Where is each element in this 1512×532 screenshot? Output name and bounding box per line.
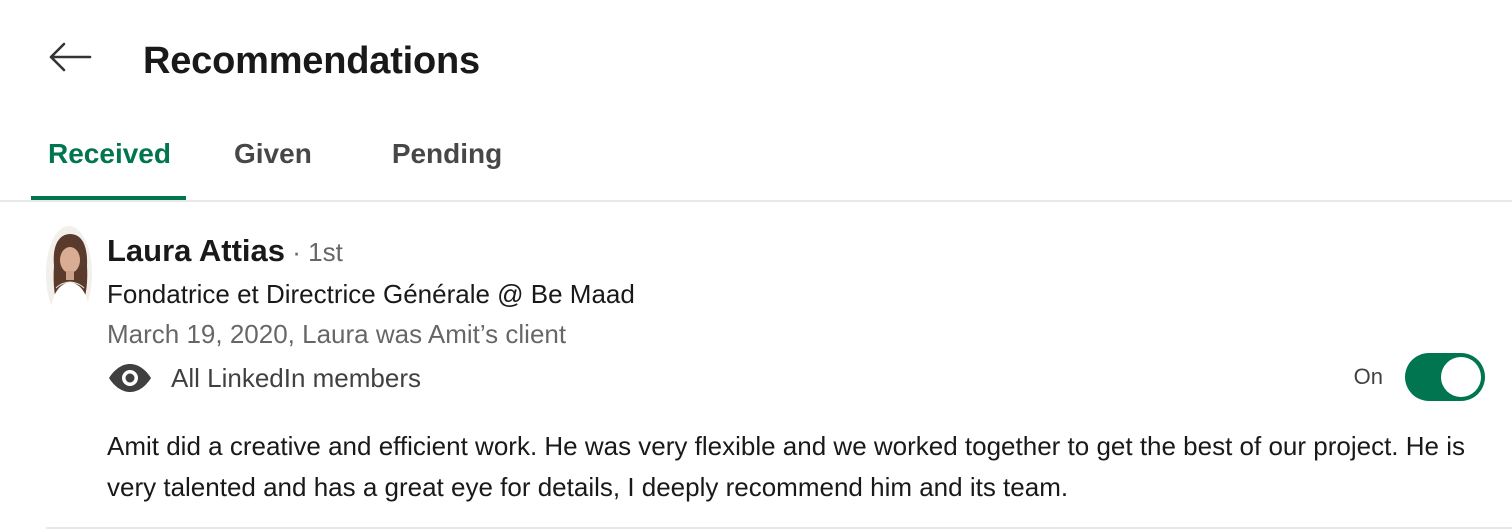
tab-bar: Received Given Pending bbox=[31, 108, 502, 200]
connection-degree: · 1st bbox=[285, 237, 343, 267]
visibility-toggle[interactable] bbox=[1405, 353, 1485, 401]
visibility-label: All LinkedIn members bbox=[171, 362, 421, 393]
author-line: Laura Attias · 1st bbox=[107, 232, 343, 276]
tabs-divider bbox=[0, 200, 1512, 202]
avatar[interactable] bbox=[46, 226, 92, 322]
author-headline: Fondatrice et Directrice Générale @ Be M… bbox=[107, 279, 635, 309]
recommendation-text: Amit did a creative and efficient work. … bbox=[107, 431, 1465, 502]
page-title: Recommendations bbox=[143, 40, 480, 82]
back-button[interactable] bbox=[38, 30, 102, 84]
toggle-state-label: On bbox=[1353, 364, 1383, 389]
recommendations-page: Recommendations Received Given Pending L… bbox=[0, 0, 1512, 532]
item-divider bbox=[46, 527, 1512, 529]
toggle-knob bbox=[1441, 357, 1481, 397]
tab-received[interactable]: Received bbox=[31, 108, 186, 200]
avatar-image bbox=[46, 226, 92, 322]
author-name[interactable]: Laura Attias bbox=[107, 233, 285, 268]
recommendation-meta: March 19, 2020, Laura was Amit’s client bbox=[107, 319, 567, 349]
tab-given[interactable]: Given bbox=[234, 108, 312, 200]
eye-icon bbox=[109, 364, 151, 392]
visibility-toggle-group: On bbox=[1354, 352, 1485, 402]
visibility-row: All LinkedIn members bbox=[107, 358, 421, 398]
tab-pending[interactable]: Pending bbox=[392, 108, 502, 200]
arrow-left-icon bbox=[49, 42, 92, 72]
